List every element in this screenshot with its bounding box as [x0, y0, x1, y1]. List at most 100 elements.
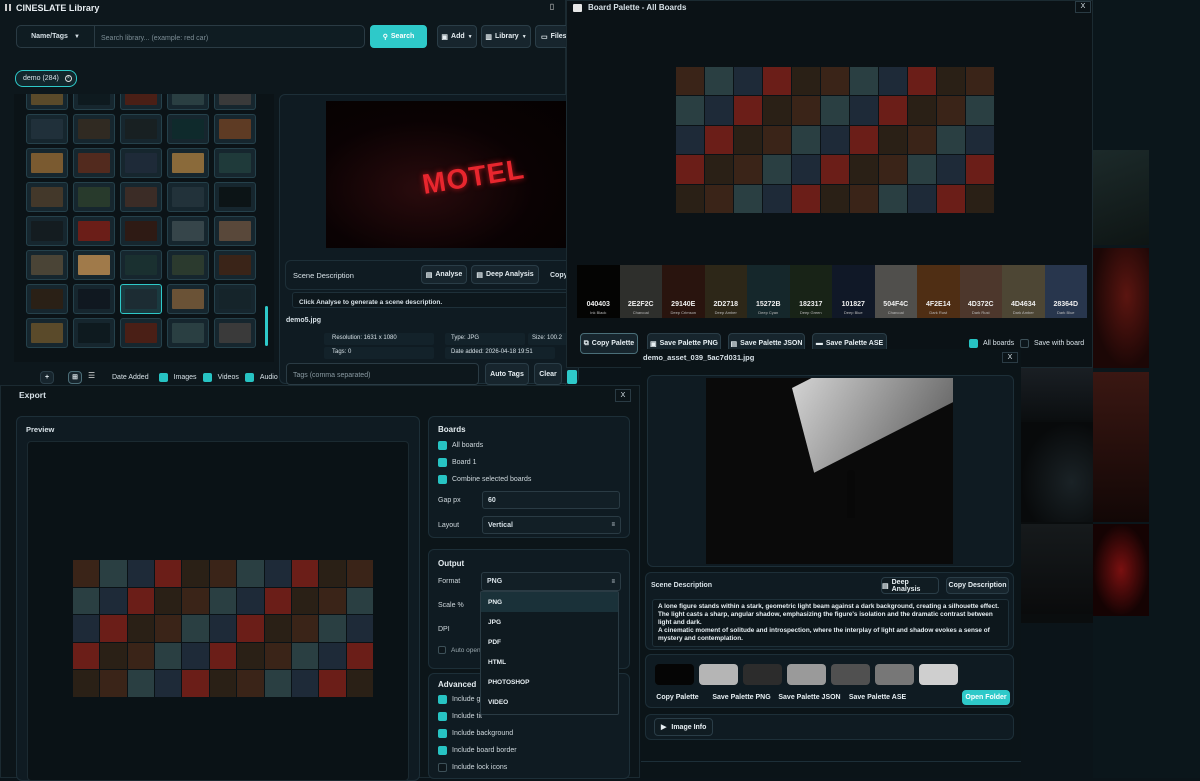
close-circle-icon[interactable]: × [64, 75, 72, 82]
combine-option[interactable]: Combine selected boards [438, 475, 531, 484]
library-thumbnail[interactable] [120, 284, 162, 314]
library-thumbnail[interactable] [26, 284, 68, 314]
library-thumbnail[interactable] [73, 216, 115, 246]
format-select[interactable]: PNG ≡ [481, 572, 621, 591]
all-boards-checkbox[interactable] [438, 441, 447, 450]
combine-checkbox[interactable] [438, 475, 447, 484]
image-info-toggle[interactable]: ▶ Image Info [654, 718, 714, 736]
library-thumbnail[interactable] [26, 114, 68, 144]
library-thumbnail[interactable] [214, 114, 256, 144]
library-thumbnail[interactable] [26, 250, 68, 280]
library-search-input[interactable]: Search library... (example: red car) [95, 25, 365, 48]
library-thumbnail[interactable] [73, 182, 115, 212]
save-tags-button[interactable] [567, 370, 577, 384]
library-thumbnail[interactable] [167, 94, 209, 110]
library-thumbnail[interactable] [167, 284, 209, 314]
palette-swatch[interactable]: 4D372C Dark Rust [959, 265, 1002, 318]
library-thumbnail[interactable] [120, 318, 162, 348]
library-thumbnail[interactable] [120, 148, 162, 178]
palette-swatch[interactable]: 040403 Ink Black [577, 265, 620, 318]
audio-checkbox[interactable] [244, 372, 254, 382]
include-board-border-option[interactable]: Include board border [438, 746, 517, 755]
images-checkbox[interactable] [158, 372, 168, 382]
palette-swatch[interactable]: 15272B Deep Cyan [747, 265, 790, 318]
library-thumbnail[interactable] [120, 94, 162, 110]
videos-checkbox[interactable] [202, 372, 212, 382]
library-thumbnail[interactable] [26, 94, 68, 110]
tag-chip[interactable]: demo (284) × [15, 70, 77, 87]
grid-scrollbar[interactable] [265, 306, 268, 346]
tags-input[interactable]: Tags (comma separated) [286, 363, 479, 385]
library-thumbnail[interactable] [214, 284, 256, 314]
gap-input[interactable]: 60 [482, 491, 620, 509]
library-thumbnail[interactable] [214, 148, 256, 178]
asset-palette-swatch[interactable] [655, 664, 694, 685]
library-thumbnail[interactable] [167, 148, 209, 178]
include-background-option[interactable]: Include background [438, 729, 513, 738]
asset-palette-swatch[interactable] [787, 664, 826, 685]
format-option[interactable]: PDF [481, 632, 618, 652]
analyse-button[interactable]: ▤ Analyse [421, 265, 467, 284]
palette-swatch[interactable]: 4D4634 Dark Amber [1002, 265, 1045, 318]
library-thumbnail[interactable] [120, 250, 162, 280]
save-palette-json-button[interactable]: Save Palette JSON [778, 690, 841, 705]
palette-swatch[interactable]: 2D2718 Deep Amber [704, 265, 747, 318]
auto-open-checkbox[interactable] [438, 646, 446, 654]
open-folder-button[interactable]: Open Folder [962, 690, 1010, 705]
palette-swatch[interactable]: 182317 Deep Green [789, 265, 832, 318]
palette-swatch[interactable]: 29140E Deep Crimson [662, 265, 705, 318]
asset-palette-swatch[interactable] [919, 664, 958, 685]
library-thumbnail[interactable] [214, 182, 256, 212]
all-boards-option[interactable]: All boards [969, 339, 1014, 348]
save-palette-ase-button[interactable]: Save Palette ASE [846, 690, 909, 705]
grid-view-icon[interactable]: ⊞ [68, 370, 82, 384]
library-thumbnail[interactable] [26, 182, 68, 212]
copy-palette-button[interactable]: ⧉ Copy Palette [580, 333, 638, 354]
all-boards-option[interactable]: All boards [438, 441, 483, 450]
palette-swatch[interactable]: 4F2E14 Dark Rust [917, 265, 960, 318]
sort-label[interactable]: Date Added [112, 374, 149, 381]
library-thumbnail[interactable] [73, 284, 115, 314]
library-thumbnail[interactable] [73, 148, 115, 178]
library-thumbnail[interactable] [214, 250, 256, 280]
palette-swatch[interactable]: 28364D Dark Blue [1044, 265, 1087, 318]
save-with-board-checkbox[interactable] [1020, 339, 1029, 348]
format-option[interactable]: HTML [481, 652, 618, 672]
format-option[interactable]: JPG [481, 612, 618, 632]
library-thumbnail[interactable] [26, 318, 68, 348]
asset-palette-swatch[interactable] [743, 664, 782, 685]
library-thumbnail[interactable] [26, 148, 68, 178]
clear-button[interactable]: Clear [534, 363, 562, 385]
include-background-checkbox[interactable] [438, 729, 447, 738]
library-thumbnail[interactable] [214, 216, 256, 246]
include-gr-option[interactable]: Include gr [438, 695, 483, 704]
library-thumbnail[interactable] [26, 216, 68, 246]
auto-open-option[interactable]: Auto open [438, 646, 481, 654]
library-thumbnail[interactable] [73, 114, 115, 144]
library-thumbnail[interactable] [120, 216, 162, 246]
include-tit-option[interactable]: Include tit [438, 712, 482, 721]
board1-checkbox[interactable] [438, 458, 447, 467]
format-dropdown-menu[interactable]: PNG JPG PDF HTML PHOTOSHOP VIDEO [480, 591, 619, 715]
asset-palette-swatch[interactable] [699, 664, 738, 685]
include-lock-icons-checkbox[interactable] [438, 763, 447, 772]
close-button[interactable]: X [615, 389, 631, 402]
include-gr-checkbox[interactable] [438, 695, 447, 704]
add-small-button[interactable]: + [40, 370, 54, 384]
deep-analysis-button[interactable]: ▤ Deep Analysis [881, 577, 939, 594]
deep-analysis-button[interactable]: ▤ Deep Analysis [471, 265, 539, 284]
library-thumbnail[interactable] [214, 94, 256, 110]
auto-tags-button[interactable]: Auto Tags [485, 363, 529, 385]
include-tit-checkbox[interactable] [438, 712, 447, 721]
close-button[interactable]: X [1075, 1, 1091, 13]
palette-swatch[interactable]: 504F4C Charcoal [874, 265, 917, 318]
format-option[interactable]: PHOTOSHOP [481, 672, 618, 692]
library-thumbnail[interactable] [167, 216, 209, 246]
library-thumbnail[interactable] [73, 94, 115, 110]
library-menu-button[interactable]: ▥ Library ▼ [481, 25, 531, 48]
board1-option[interactable]: Board 1 [438, 458, 477, 467]
copy-button[interactable]: Copy [550, 272, 568, 279]
search-button[interactable]: ⚲ Search [370, 25, 427, 48]
asset-palette-swatch[interactable] [875, 664, 914, 685]
library-thumbnail[interactable] [167, 114, 209, 144]
